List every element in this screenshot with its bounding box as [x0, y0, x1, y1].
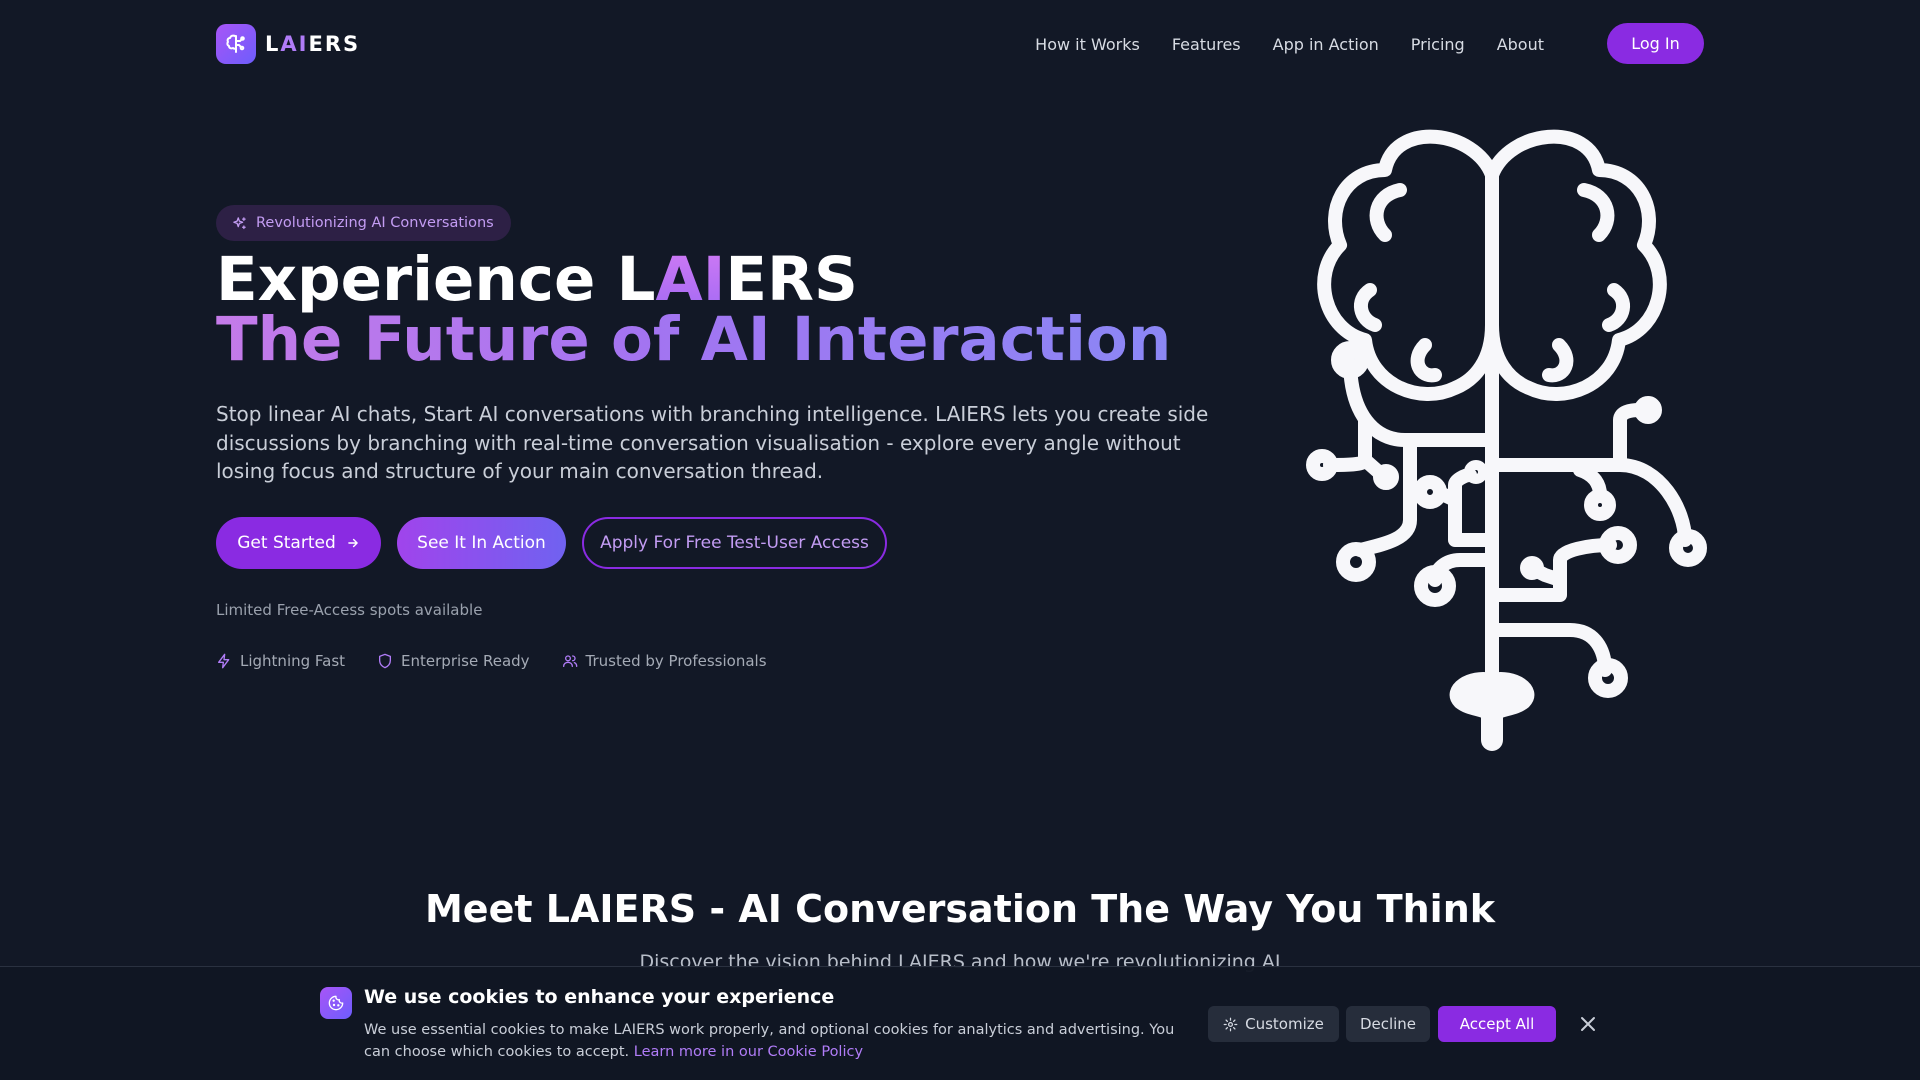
feature-label: Trusted by Professionals	[585, 652, 767, 670]
logo[interactable]: LAIERS	[216, 24, 360, 64]
get-started-button[interactable]: Get Started	[216, 517, 381, 569]
nav-links: How it Works Features App in Action Pric…	[1035, 24, 1544, 64]
cookie-policy-link[interactable]: Learn more in our Cookie Policy	[634, 1044, 863, 1060]
see-it-in-action-button[interactable]: See It In Action	[397, 517, 566, 569]
cookie-text: We use essential cookies to make LAIERS …	[364, 1019, 1194, 1063]
arrow-right-icon	[347, 538, 358, 548]
lightning-icon	[218, 653, 230, 669]
hero-badge-label: Revolutionizing AI Conversations	[256, 215, 494, 231]
customize-button[interactable]: Customize	[1208, 1006, 1339, 1042]
nav-link-features[interactable]: Features	[1172, 35, 1241, 54]
feature-trusted: Trusted by Professionals	[562, 652, 767, 670]
feature-label: Lightning Fast	[240, 652, 346, 670]
feature-lightning-fast: Lightning Fast	[216, 652, 345, 670]
cookie-icon	[320, 987, 352, 1019]
accept-all-button[interactable]: Accept All	[1438, 1006, 1556, 1042]
gear-icon	[1223, 1017, 1238, 1031]
apply-test-access-button[interactable]: Apply For Free Test-User Access	[582, 517, 887, 569]
decline-button[interactable]: Decline	[1346, 1006, 1430, 1042]
feature-list: Lightning Fast Enterprise Ready Trusted …	[216, 652, 799, 670]
feature-label: Enterprise Ready	[401, 652, 530, 670]
sparkles-icon	[233, 216, 246, 229]
brain-circuit-illustration	[1306, 129, 1707, 751]
login-button[interactable]: Log In	[1607, 23, 1704, 64]
hero-headline-line1: Experience LAIERS	[216, 244, 858, 315]
close-icon[interactable]	[1576, 1012, 1600, 1036]
hero-badge: Revolutionizing AI Conversations	[216, 205, 511, 241]
top-navigation: LAIERS How it Works Features App in Acti…	[0, 0, 1920, 86]
feature-enterprise-ready: Enterprise Ready	[377, 652, 530, 670]
customize-label: Customize	[1245, 1015, 1324, 1033]
hero-description: Stop linear AI chats, Start AI conversat…	[216, 402, 1209, 483]
cookie-title: We use cookies to enhance your experienc…	[364, 986, 835, 1008]
nav-link-how-it-works[interactable]: How it Works	[1035, 35, 1140, 54]
users-icon	[562, 655, 577, 667]
get-started-label: Get Started	[237, 533, 336, 553]
hero-buttons: Get Started See It In Action Apply For F…	[216, 517, 887, 569]
nav-link-about[interactable]: About	[1497, 35, 1544, 54]
hero-headline-line2: The Future of AI Interaction	[216, 304, 1172, 375]
nav-link-pricing[interactable]: Pricing	[1411, 35, 1465, 54]
brain-logo-icon	[216, 24, 256, 64]
section-title: Meet LAIERS - AI Conversation The Way Yo…	[424, 887, 1496, 931]
shield-icon	[379, 653, 392, 669]
hero-headline: Experience LAIERS The Future of AI Inter…	[216, 244, 1172, 375]
nav-link-app-in-action[interactable]: App in Action	[1273, 35, 1379, 54]
cookie-banner: We use cookies to enhance your experienc…	[0, 966, 1920, 1080]
logo-text: LAIERS	[265, 32, 361, 56]
limited-access-note: Limited Free-Access spots available	[216, 601, 483, 619]
